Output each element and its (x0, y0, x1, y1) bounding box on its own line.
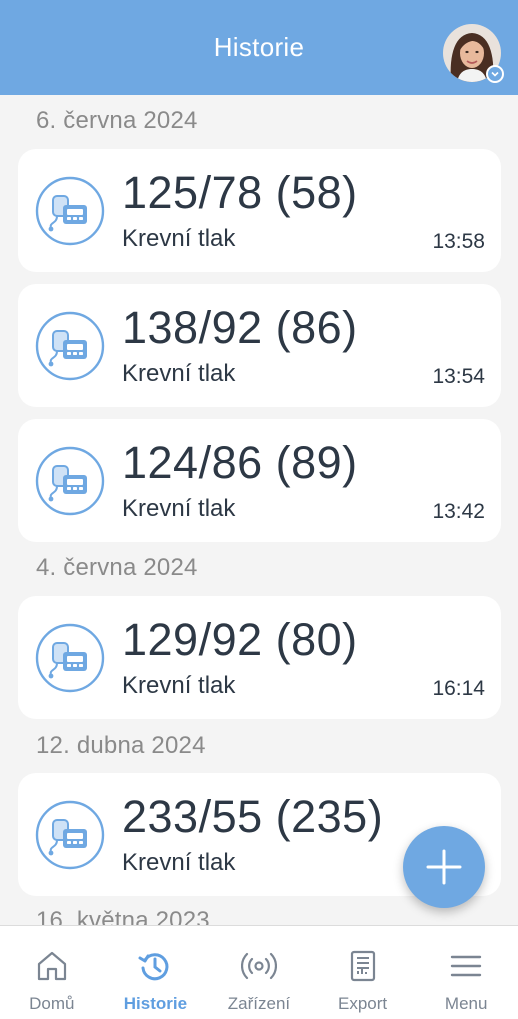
measurement-value: 125/78 (58) (122, 167, 358, 218)
app-root: Historie 6. června 2024 125/78 (58) Krev… (0, 0, 518, 1019)
nav-item-export[interactable]: Export (311, 926, 415, 1019)
nav-item-menu[interactable]: Menu (414, 926, 518, 1019)
measurement-time: 13:54 (432, 365, 485, 388)
measurement-type: Krevní tlak (122, 672, 236, 699)
date-header: 4. června 2024 (36, 554, 198, 581)
blood-pressure-monitor-icon (35, 446, 105, 516)
app-header: Historie (0, 0, 518, 95)
measurement-value: 138/92 (86) (122, 302, 358, 353)
device-signal-icon (240, 952, 277, 980)
measurement-card[interactable]: 124/86 (89) Krevní tlak 13:42 (18, 419, 501, 542)
measurement-type: Krevní tlak (122, 849, 236, 876)
nav-label: Export (338, 994, 388, 1013)
nav-label: Zařízení (227, 994, 291, 1013)
measurement-value: 129/92 (80) (122, 614, 358, 665)
plus-icon (426, 849, 462, 885)
menu-icon (450, 955, 482, 977)
add-measurement-button[interactable] (403, 826, 485, 908)
measurement-time: 13:58 (432, 230, 485, 253)
blood-pressure-monitor-icon (35, 176, 105, 246)
measurement-type: Krevní tlak (122, 225, 236, 252)
nav-item-devices[interactable]: Zařízení (207, 926, 311, 1019)
nav-label: Historie (123, 994, 188, 1013)
measurement-card[interactable]: 138/92 (86) Krevní tlak 13:54 (18, 284, 501, 407)
nav-item-home[interactable]: Domů (0, 926, 104, 1019)
measurement-type: Krevní tlak (122, 360, 236, 387)
measurement-card[interactable]: 125/78 (58) Krevní tlak 13:58 (18, 149, 501, 272)
date-header: 6. června 2024 (36, 107, 198, 134)
avatar[interactable] (443, 24, 504, 83)
nav-label: Domů (29, 994, 75, 1013)
measurement-type: Krevní tlak (122, 495, 236, 522)
blood-pressure-monitor-icon (35, 800, 105, 870)
measurement-value: 233/55 (235) (122, 791, 384, 842)
home-icon (37, 951, 66, 981)
date-header: 16. května 2023 (36, 907, 210, 925)
history-icon (138, 953, 169, 981)
page-title: Historie (213, 32, 305, 62)
chevron-down-icon (486, 65, 504, 83)
nav-item-history[interactable]: Historie (104, 926, 208, 1019)
measurement-time: 16:14 (432, 677, 485, 700)
bottom-navigation: Domů Historie Zařízení Export Menu (0, 925, 518, 1019)
measurement-time: 13:42 (432, 500, 485, 523)
history-list[interactable]: 6. června 2024 125/78 (58) Krevní tlak 1… (0, 95, 518, 925)
date-header: 12. dubna 2024 (36, 732, 206, 759)
export-document-icon (350, 950, 375, 982)
blood-pressure-monitor-icon (35, 623, 105, 693)
blood-pressure-monitor-icon (35, 311, 105, 381)
measurement-value: 124/86 (89) (122, 437, 358, 488)
nav-label: Menu (444, 994, 488, 1013)
measurement-card[interactable]: 129/92 (80) Krevní tlak 16:14 (18, 596, 501, 719)
